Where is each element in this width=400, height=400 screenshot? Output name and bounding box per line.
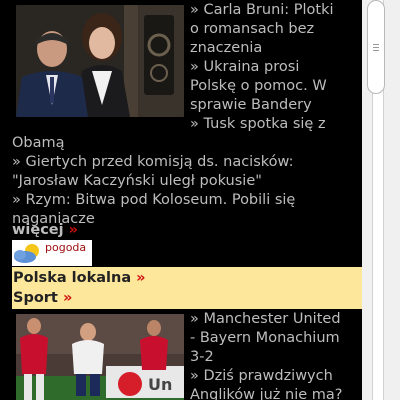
svg-text:Un: Un	[148, 375, 172, 394]
news-line[interactable]: » Carla Bruni: Plotki	[190, 1, 362, 20]
news-line[interactable]: » Rzym: Bitwa pod Koloseum. Pobili się	[12, 191, 362, 210]
sport-news-list: » Manchester United - Bayern Monachium 3…	[190, 310, 362, 400]
news-line[interactable]: "Jarosław Kaczyński uległ pokusie"	[12, 172, 362, 191]
weather-label: pogoda	[45, 241, 87, 254]
top-news-list: » Carla Bruni: Plotki o romansach bez zn…	[190, 1, 362, 134]
news-line[interactable]: o romansach bez	[190, 20, 362, 39]
news-photo-football[interactable]: Un	[16, 314, 184, 400]
news-line[interactable]: Polskę o pomoc. W	[190, 77, 362, 96]
thumb-grip-line	[373, 44, 379, 45]
more-arrow: »	[68, 222, 79, 238]
news-line[interactable]: » Dziś prawdziwych	[190, 367, 362, 386]
more-label: więcej	[12, 222, 64, 238]
news-line[interactable]: » Tusk spotka się z	[190, 115, 362, 134]
section-links-band: Polska lokalna » Sport »	[12, 267, 362, 309]
more-link[interactable]: więcej »	[12, 221, 78, 240]
news-line[interactable]: Obamą	[12, 134, 362, 153]
news-line[interactable]: » Manchester United	[190, 310, 362, 329]
news-line[interactable]: - Bayern Monachium	[190, 329, 362, 348]
thumb-grip-line	[373, 47, 379, 48]
news-line[interactable]: 3-2	[190, 348, 362, 367]
news-photo-bruni-sarkozy[interactable]	[16, 5, 184, 117]
link-label: Polska lokalna	[13, 270, 132, 286]
news-line[interactable]: » Ukraina prosi	[190, 58, 362, 77]
page-content: » Carla Bruni: Plotki o romansach bez zn…	[0, 0, 362, 400]
full-news-list: Obamą » Giertych przed komisją ds. nacis…	[12, 134, 362, 229]
link-arrow: »	[136, 270, 146, 286]
news-line[interactable]: sprawie Bandery	[190, 96, 362, 115]
link-sport[interactable]: Sport »	[13, 289, 72, 308]
link-arrow: »	[62, 290, 73, 306]
news-line[interactable]: znaczenia	[190, 39, 362, 58]
photo-image: Un	[16, 314, 184, 400]
scrollbar-thumb[interactable]	[367, 0, 385, 94]
thumb-grip-line	[373, 50, 379, 51]
link-polska-lokalna[interactable]: Polska lokalna »	[13, 269, 146, 288]
weather-cloud-icon	[14, 244, 39, 263]
news-line[interactable]: Anglików już nie ma?	[190, 386, 362, 400]
news-line[interactable]: » Giertych przed komisją ds. nacisków:	[12, 153, 362, 172]
weather-widget[interactable]: pogoda	[12, 240, 92, 266]
link-label: Sport	[13, 290, 58, 306]
photo-image	[16, 5, 184, 117]
